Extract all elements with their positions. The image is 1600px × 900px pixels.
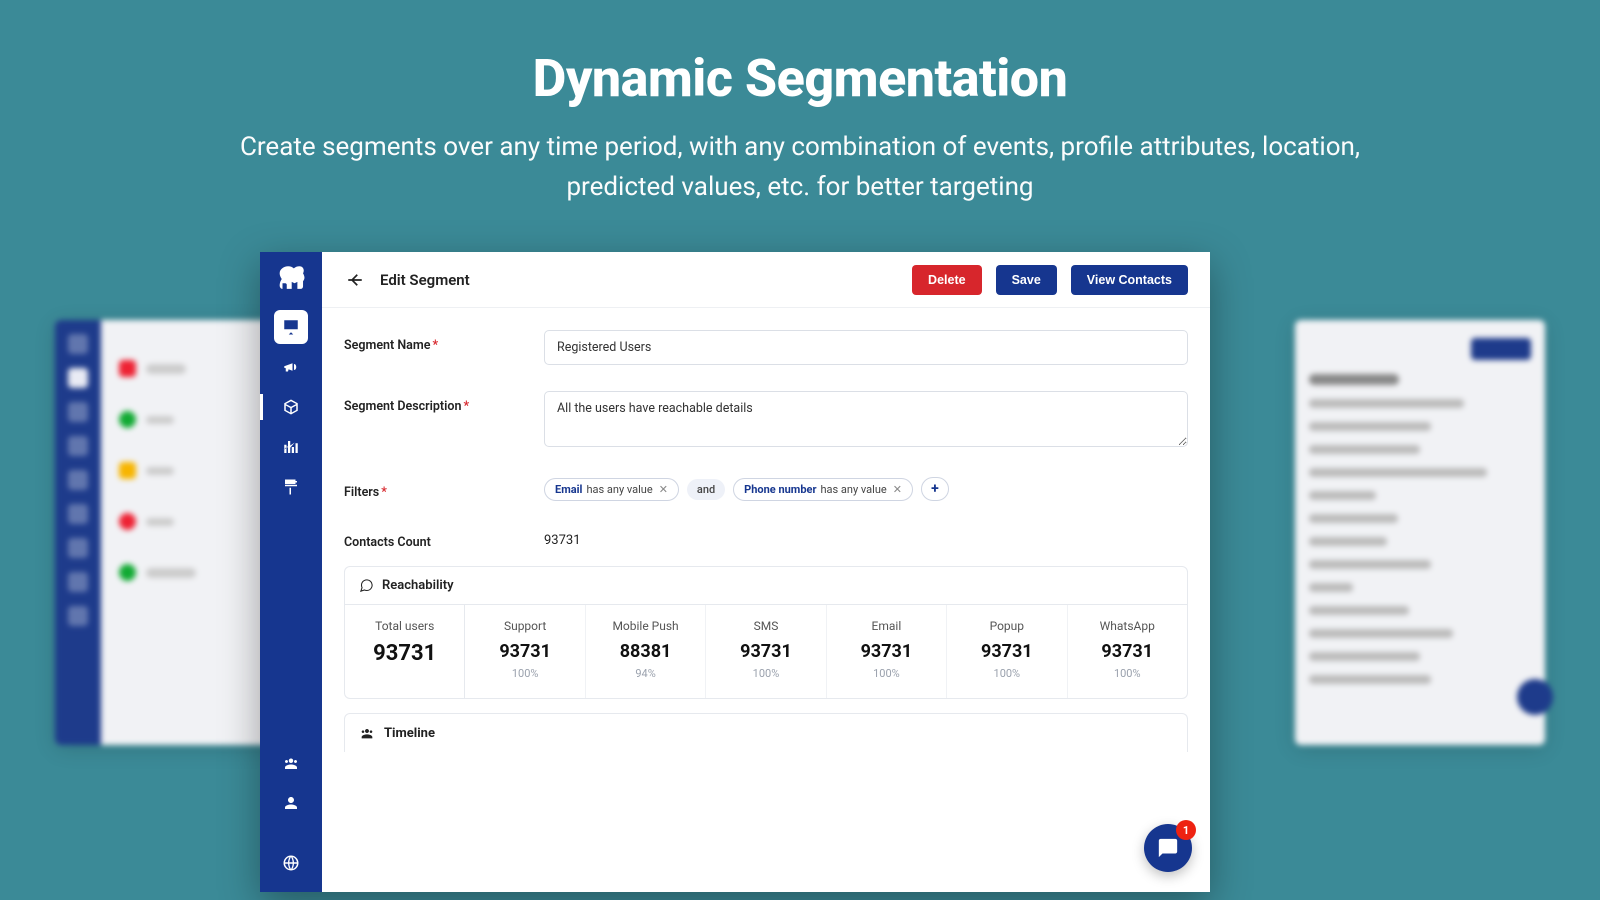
timeline-panel: Timeline xyxy=(344,713,1188,752)
nav-megaphone-icon[interactable] xyxy=(274,350,308,384)
reach-col-support: Support 93731 100% xyxy=(465,605,585,698)
app-window: Edit Segment Delete Save View Contacts S… xyxy=(260,252,1210,892)
chat-icon xyxy=(1157,837,1179,859)
sidebar xyxy=(260,252,322,892)
background-card-left xyxy=(55,320,275,745)
reach-col-mobile-push: Mobile Push 88381 94% xyxy=(586,605,706,698)
segment-description-label: Segment Description* xyxy=(344,391,544,414)
add-filter-button[interactable]: + xyxy=(921,477,949,501)
filters-label: Filters* xyxy=(344,477,544,500)
delete-button[interactable]: Delete xyxy=(912,265,982,295)
nav-paint-icon[interactable] xyxy=(274,470,308,504)
reach-col-popup: Popup 93731 100% xyxy=(947,605,1067,698)
nav-globe-icon[interactable] xyxy=(274,846,308,880)
hero-title: Dynamic Segmentation xyxy=(0,48,1600,109)
view-contacts-button[interactable]: View Contacts xyxy=(1071,265,1188,295)
app-logo-icon xyxy=(274,264,308,294)
chat-bubble-icon xyxy=(359,578,374,593)
timeline-header: Timeline xyxy=(384,726,435,741)
contacts-count-value: 93731 xyxy=(544,527,1188,548)
save-button[interactable]: Save xyxy=(996,265,1057,295)
nav-analytics-icon[interactable] xyxy=(274,430,308,464)
filter-operator-and: and xyxy=(687,479,725,500)
segment-description-input[interactable] xyxy=(544,391,1188,447)
reach-total-users: Total users 93731 xyxy=(345,605,465,698)
nav-people-icon[interactable] xyxy=(274,746,308,780)
hero-subtitle: Create segments over any time period, wi… xyxy=(200,127,1400,208)
remove-filter-icon[interactable]: ✕ xyxy=(657,483,668,496)
nav-user-icon[interactable] xyxy=(274,786,308,820)
reach-col-sms: SMS 93731 100% xyxy=(706,605,826,698)
segment-name-label: Segment Name* xyxy=(344,330,544,353)
chat-badge: 1 xyxy=(1176,820,1196,840)
reachability-header: Reachability xyxy=(382,578,454,593)
reach-col-email: Email 93731 100% xyxy=(827,605,947,698)
nav-box-icon[interactable] xyxy=(274,390,308,424)
background-card-right xyxy=(1295,320,1545,745)
users-icon xyxy=(359,725,375,741)
page-title: Edit Segment xyxy=(380,271,470,289)
filter-chip-phone[interactable]: Phone number has any value ✕ xyxy=(733,478,913,501)
remove-filter-icon[interactable]: ✕ xyxy=(891,483,902,496)
chat-fab-button[interactable]: 1 xyxy=(1144,824,1192,872)
back-button[interactable] xyxy=(344,269,366,291)
contacts-count-label: Contacts Count xyxy=(344,527,544,550)
segment-name-input[interactable] xyxy=(544,330,1188,365)
reachability-panel: Reachability Total users 93731 Support 9… xyxy=(344,566,1188,699)
topbar: Edit Segment Delete Save View Contacts xyxy=(322,252,1210,308)
filter-chip-email[interactable]: Email has any value ✕ xyxy=(544,478,679,501)
reach-col-whatsapp: WhatsApp 93731 100% xyxy=(1068,605,1187,698)
nav-presentation-icon[interactable] xyxy=(274,310,308,344)
